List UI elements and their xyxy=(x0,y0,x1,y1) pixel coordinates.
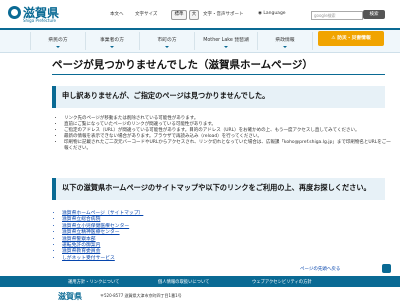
nav-item-business[interactable]: 事業者の方 xyxy=(85,32,140,50)
links-heading: 以下の滋賀県ホームページのサイトマップや以下のリンクをご利用の上、再度お探しくだ… xyxy=(62,183,371,192)
nav-item-label: 市町の方 xyxy=(157,38,177,43)
notes-list: リンク先のページが移動または削除されている可能性があります。 直前にご覧になって… xyxy=(56,116,394,153)
font-size-label: 文字サイズ xyxy=(135,12,158,17)
list-item: 印刷物に記載されたご二次元バーコードやURLからアクセスされ、リンク切れとなって… xyxy=(64,140,394,152)
font-size-standard-button[interactable]: 標準 xyxy=(171,10,187,20)
emergency-info-button[interactable]: ⚠ 防災・災害情報 xyxy=(318,31,384,46)
link-online-service[interactable]: しがネット受付サービス xyxy=(62,256,143,262)
footer-link-policy[interactable]: 運用方針・リンクについて xyxy=(68,279,119,285)
page-title: ページが見つかりませんでした（滋賀県ホームページ） xyxy=(52,59,313,71)
prefecture-emblem-icon xyxy=(8,6,21,19)
language-label: Language xyxy=(263,11,286,16)
chevron-down-icon xyxy=(56,46,60,48)
nav-item-residents[interactable]: 県民の方 xyxy=(30,32,86,50)
chevron-down-icon xyxy=(165,46,169,48)
font-size-large-button[interactable]: 大 xyxy=(189,10,199,20)
footer-link-privacy[interactable]: 個人情報の取扱いについて xyxy=(158,279,209,285)
chevron-down-icon xyxy=(224,46,228,48)
back-to-top-link[interactable]: ページの先頭へ戻る xyxy=(300,266,340,272)
nav-item-government[interactable]: 県政情報 xyxy=(258,32,313,50)
links-heading-box: 以下の滋賀県ホームページのサイトマップや以下のリンクをご利用の上、再度お探しくだ… xyxy=(52,178,385,200)
arrow-up-icon[interactable] xyxy=(382,264,391,273)
voice-support-link[interactable]: 文字・音声サポート xyxy=(203,11,244,17)
search-button[interactable]: 検索 xyxy=(363,10,385,19)
search-input[interactable]: google検索 xyxy=(311,11,363,20)
nav-item-label: Mother Lake 琵琶湖 xyxy=(203,38,249,43)
title-divider xyxy=(52,74,385,75)
nav-item-label: 県政情報 xyxy=(275,38,295,43)
nav-item-mother-lake[interactable]: Mother Lake 琵琶湖 xyxy=(195,32,258,50)
chevron-down-icon xyxy=(283,46,287,48)
logo-subtitle: Shiga Prefecture xyxy=(23,18,56,23)
nav-item-municipalities[interactable]: 市町の方 xyxy=(140,32,195,50)
footer-logo: 滋賀県 xyxy=(58,291,82,301)
nav-item-label: 県民の方 xyxy=(48,38,68,43)
footer-address: 〒520-8577 滋賀県大津市京町四丁目1番1号 xyxy=(100,293,182,298)
skip-to-content-link[interactable]: 本文へ xyxy=(110,11,124,17)
footer-link-accessibility[interactable]: ウェブアクセシビリティの方針 xyxy=(252,279,312,285)
nav-item-label: 事業者の方 xyxy=(100,38,124,43)
site-header: 滋賀県 Shiga Prefecture 本文へ 文字サイズ 標準 大 文字・音… xyxy=(0,0,400,27)
language-link[interactable]: ◉ Language xyxy=(258,11,286,16)
chevron-down-icon xyxy=(110,46,114,48)
emergency-label: 防災・災害情報 xyxy=(337,36,371,41)
notice-heading-box: 申し訳ありませんが、ご指定のページは見つかりませんでした。 xyxy=(52,86,385,108)
notice-heading: 申し訳ありませんが、ご指定のページは見つかりませんでした。 xyxy=(62,91,270,100)
related-links-list: 滋賀県ホームページ（サイトマップ） 滋賀県立総合病院 滋賀県立小児保健医療センタ… xyxy=(56,211,143,262)
